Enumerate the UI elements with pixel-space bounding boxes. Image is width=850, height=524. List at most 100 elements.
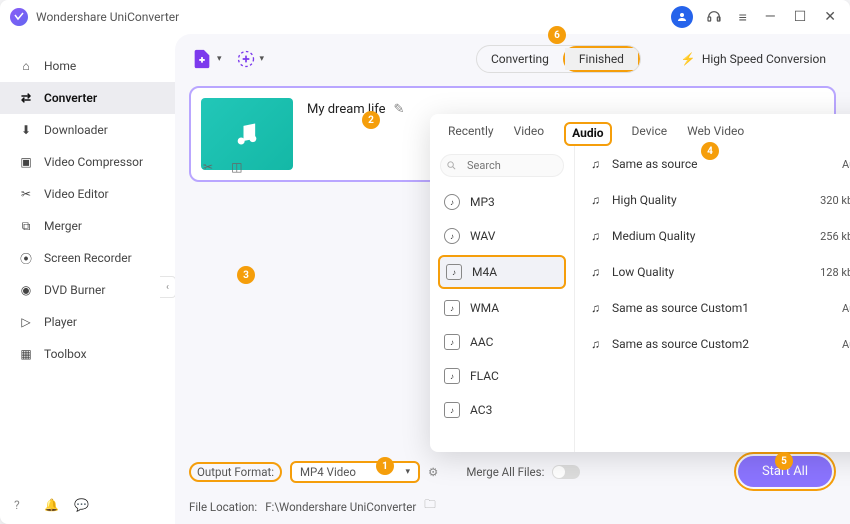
format-tab-recently[interactable]: Recently bbox=[448, 124, 494, 146]
format-tab-video[interactable]: Video bbox=[514, 124, 545, 146]
edit-title-icon[interactable]: ✎ bbox=[394, 102, 405, 117]
format-tab-webvideo[interactable]: Web Video bbox=[687, 124, 744, 146]
minimize-button[interactable]: — bbox=[761, 9, 780, 25]
app-logo bbox=[10, 8, 28, 26]
format-mp3[interactable]: ♪MP3 bbox=[430, 185, 574, 219]
quality-rate: 320 kbps bbox=[820, 194, 850, 207]
sidebar-item-home[interactable]: ⌂ Home bbox=[0, 50, 175, 82]
annotation-3: 3 bbox=[237, 266, 255, 284]
trim-icon[interactable]: ✂ bbox=[203, 160, 213, 174]
add-more-button[interactable]: ▾ bbox=[234, 45, 267, 73]
format-search-input[interactable] bbox=[440, 154, 564, 177]
quality-name: Low Quality bbox=[612, 265, 674, 279]
download-icon: ⬇ bbox=[18, 122, 34, 138]
browse-folder-icon[interactable]: 🗀 bbox=[424, 497, 436, 516]
audio-format-icon: ♪ bbox=[444, 334, 460, 350]
sidebar-item-compressor[interactable]: ▣ Video Compressor bbox=[0, 146, 175, 178]
file-location-label: File Location: bbox=[189, 500, 257, 514]
output-format-select[interactable]: MP4 Video ▾ bbox=[290, 461, 420, 483]
quality-rate: Auto bbox=[842, 158, 850, 171]
format-label: AC3 bbox=[470, 403, 492, 417]
quality-row[interactable]: ♫Same as source Custom2Auto🗑 bbox=[575, 326, 850, 362]
hamburger-menu-icon[interactable]: ≡ bbox=[735, 9, 751, 26]
merge-files-label: Merge All Files: bbox=[466, 465, 544, 479]
sidebar-item-label: Home bbox=[44, 59, 76, 73]
support-headset-icon[interactable] bbox=[703, 6, 725, 28]
tab-finished[interactable]: Finished bbox=[565, 48, 638, 70]
disc-icon: ◉ bbox=[18, 282, 34, 298]
high-speed-toggle[interactable]: ⚡ High Speed Conversion bbox=[671, 48, 836, 70]
quality-row[interactable]: ♫Medium Quality256 kbps✎ bbox=[575, 218, 850, 254]
format-m4a[interactable]: ♪M4A bbox=[438, 255, 566, 289]
audio-format-icon: ♪ bbox=[444, 402, 460, 418]
help-icon[interactable]: ? bbox=[14, 498, 30, 514]
quality-rate: 128 kbps bbox=[820, 266, 850, 279]
sidebar-item-label: Merger bbox=[44, 219, 82, 233]
quality-rate: Auto bbox=[842, 302, 850, 315]
merge-files-toggle[interactable] bbox=[552, 465, 580, 479]
chevron-down-icon: ▾ bbox=[217, 54, 222, 64]
main-panel: ▾ ▾ Converting Finished ⚡ High Speed Conv… bbox=[175, 34, 850, 524]
quality-rate: 256 kbps bbox=[820, 230, 850, 243]
crop-icon[interactable]: ◫ bbox=[231, 160, 242, 174]
annotation-4: 4 bbox=[701, 142, 719, 160]
format-flac[interactable]: ♪FLAC bbox=[430, 359, 574, 393]
play-icon: ▷ bbox=[18, 314, 34, 330]
high-speed-label: High Speed Conversion bbox=[702, 52, 826, 66]
audio-format-icon: ♪ bbox=[444, 300, 460, 316]
maximize-button[interactable]: ☐ bbox=[790, 9, 811, 25]
quality-row[interactable]: ♫Same as source Custom1Auto🗑 bbox=[575, 290, 850, 326]
format-label: WAV bbox=[470, 229, 495, 243]
format-ac3[interactable]: ♪ AC3 bbox=[430, 393, 574, 427]
quality-row[interactable]: ♫Low Quality128 kbps✎ bbox=[575, 254, 850, 290]
sidebar-item-toolbox[interactable]: ▦Toolbox bbox=[0, 338, 175, 370]
format-aac[interactable]: ♪ AAC bbox=[430, 325, 574, 359]
feedback-icon[interactable]: 💬 bbox=[74, 498, 90, 514]
quality-name: High Quality bbox=[612, 193, 677, 207]
sidebar-item-label: Video Compressor bbox=[44, 155, 143, 169]
sidebar-item-downloader[interactable]: ⬇Downloader bbox=[0, 114, 175, 146]
notification-bell-icon[interactable]: 🔔 bbox=[44, 498, 60, 514]
annotation-2: 2 bbox=[362, 111, 380, 129]
sidebar: ⌂ Home ⇄Converter ⬇Downloader ▣ Video Comp… bbox=[0, 34, 175, 524]
tab-converting[interactable]: Converting bbox=[477, 48, 563, 70]
search-icon bbox=[446, 160, 457, 171]
sidebar-item-converter[interactable]: ⇄Converter bbox=[0, 82, 175, 114]
merge-icon: ⧉ bbox=[18, 218, 34, 234]
annotation-6: 6 bbox=[548, 26, 566, 44]
file-location-value: F:\Wondershare UniConverter bbox=[265, 500, 416, 514]
format-tab-audio[interactable]: Audio bbox=[564, 122, 611, 146]
format-tab-device[interactable]: Device bbox=[632, 124, 668, 146]
add-files-button[interactable]: ▾ bbox=[189, 44, 224, 74]
format-wav[interactable]: ♪ WAV bbox=[430, 219, 574, 253]
chevron-down-icon: ▾ bbox=[405, 467, 410, 477]
sidebar-item-merger[interactable]: ⧉ Merger bbox=[0, 210, 175, 242]
format-wma[interactable]: ♪WMA bbox=[430, 291, 574, 325]
record-icon: ⦿ bbox=[18, 250, 34, 266]
audio-format-icon: ♪ bbox=[446, 264, 462, 280]
sidebar-item-dvd[interactable]: ◉ DVD Burner bbox=[0, 274, 175, 306]
sidebar-collapse-button[interactable]: ‹ bbox=[160, 276, 176, 298]
sidebar-item-player[interactable]: ▷Player bbox=[0, 306, 175, 338]
settings-cog-icon[interactable]: ⚙ bbox=[428, 465, 438, 479]
bolt-icon: ⚡ bbox=[681, 52, 696, 66]
compress-icon: ▣ bbox=[18, 154, 34, 170]
sidebar-item-editor[interactable]: ✂Video Editor bbox=[0, 178, 175, 210]
quality-row[interactable]: ♫High Quality320 kbps✎ bbox=[575, 182, 850, 218]
grid-icon: ▦ bbox=[18, 346, 34, 362]
scissors-icon: ✂ bbox=[18, 186, 34, 202]
audio-format-icon: ♪ bbox=[444, 228, 460, 244]
home-icon: ⌂ bbox=[18, 58, 34, 74]
music-note-icon: ♫ bbox=[591, 229, 600, 243]
output-format-label: Output Format: bbox=[189, 462, 282, 482]
format-label: MP3 bbox=[470, 195, 495, 209]
close-button[interactable]: ✕ bbox=[820, 9, 840, 25]
sidebar-item-label: DVD Burner bbox=[44, 283, 105, 297]
output-format-value: MP4 Video bbox=[300, 465, 356, 479]
music-note-icon: ♫ bbox=[591, 265, 600, 279]
format-label: AAC bbox=[470, 335, 493, 349]
app-title: Wondershare UniConverter bbox=[36, 10, 179, 24]
quality-name: Same as source Custom2 bbox=[612, 337, 749, 351]
user-account-icon[interactable] bbox=[671, 6, 693, 28]
sidebar-item-recorder[interactable]: ⦿Screen Recorder bbox=[0, 242, 175, 274]
